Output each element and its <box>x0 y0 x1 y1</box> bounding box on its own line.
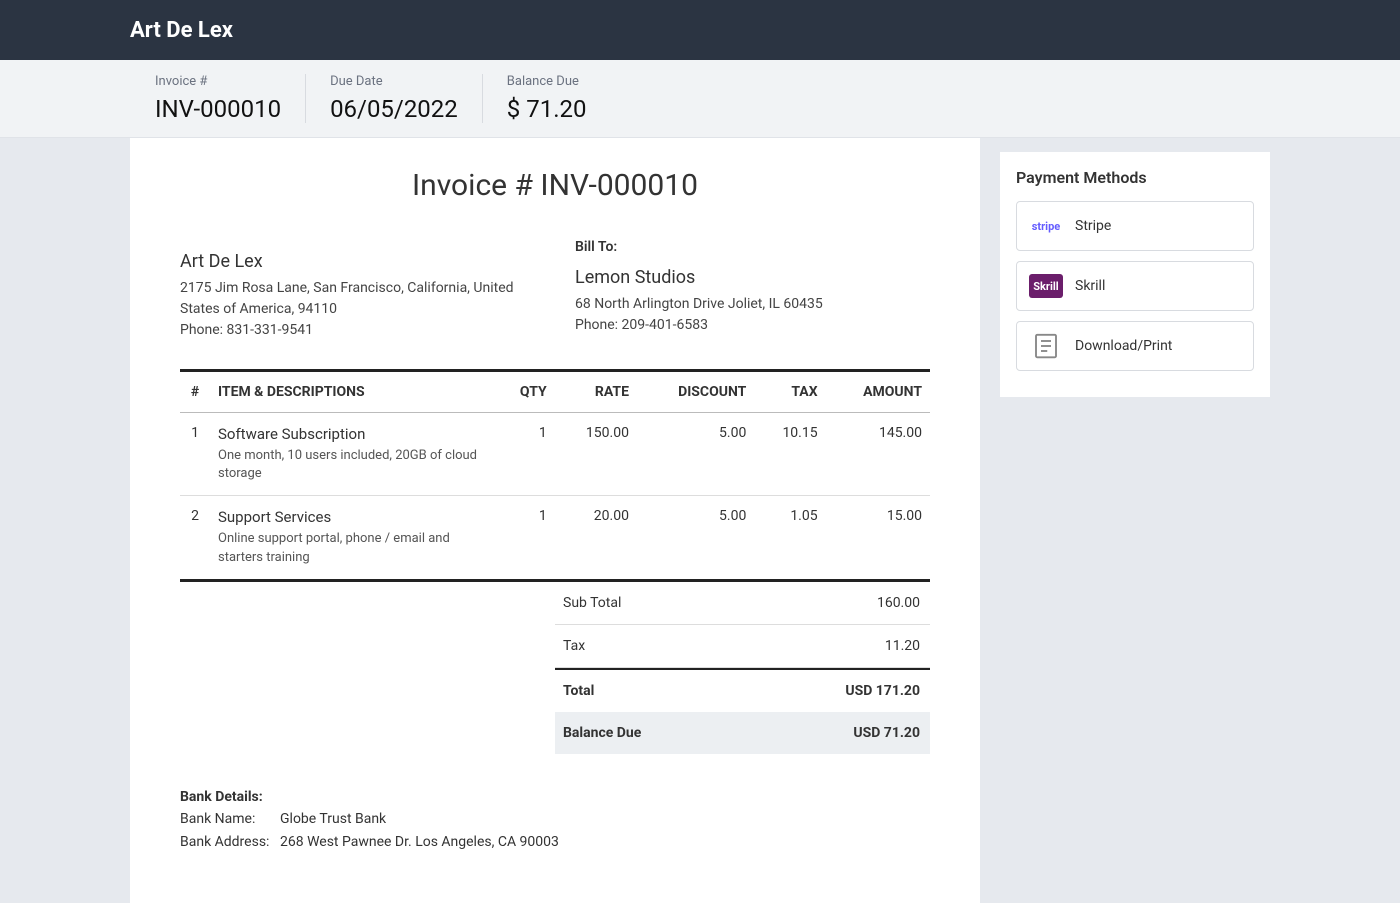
cell-item: Software Subscription One month, 10 user… <box>210 413 495 496</box>
from-phone: Phone: 831-331-9541 <box>180 320 535 341</box>
cell-amount: 145.00 <box>826 413 930 496</box>
payment-method-label: Download/Print <box>1075 338 1172 354</box>
col-rate: RATE <box>555 371 637 413</box>
to-address: 68 North Arlington Drive Joliet, IL 6043… <box>575 294 930 315</box>
meta-label: Invoice # <box>155 74 281 89</box>
payment-method-stripe[interactable]: stripe Stripe <box>1016 201 1254 251</box>
items-table: # ITEM & DESCRIPTIONS QTY RATE DISCOUNT … <box>180 369 930 582</box>
skrill-icon: Skrill <box>1029 274 1063 298</box>
table-header-row: # ITEM & DESCRIPTIONS QTY RATE DISCOUNT … <box>180 371 930 413</box>
meta-label: Due Date <box>330 74 458 89</box>
invoice-title: Invoice # INV-000010 <box>180 168 930 203</box>
meta-label: Balance Due <box>507 74 587 89</box>
cell-num: 2 <box>180 496 210 580</box>
bank-name-label: Bank Name: <box>180 808 280 830</box>
brand-title: Art De Lex <box>130 18 233 43</box>
meta-value: 06/05/2022 <box>330 95 458 123</box>
item-title: Software Subscription <box>218 425 487 443</box>
table-row: 2 Support Services Online support portal… <box>180 496 930 580</box>
totals-block: Sub Total 160.00 Tax 11.20 Total USD 171… <box>555 582 930 754</box>
cell-discount: 5.00 <box>637 496 754 580</box>
balance-label: Balance Due <box>563 725 641 741</box>
payment-method-skrill[interactable]: Skrill Skrill <box>1016 261 1254 311</box>
subtotal-label: Sub Total <box>563 595 621 611</box>
addresses-block: Art De Lex 2175 Jim Rosa Lane, San Franc… <box>180 239 930 341</box>
from-name: Art De Lex <box>180 251 535 272</box>
cell-rate: 150.00 <box>555 413 637 496</box>
cell-tax: 1.05 <box>754 496 825 580</box>
col-qty: QTY <box>495 371 555 413</box>
balance-row: Balance Due USD 71.20 <box>555 712 930 754</box>
col-amount: AMOUNT <box>826 371 930 413</box>
top-bar: Art De Lex <box>0 0 1400 60</box>
cell-num: 1 <box>180 413 210 496</box>
total-value: USD 171.20 <box>845 683 920 699</box>
total-row: Total USD 171.20 <box>555 668 930 712</box>
payment-method-label: Skrill <box>1075 278 1105 294</box>
cell-discount: 5.00 <box>637 413 754 496</box>
item-title: Support Services <box>218 508 487 526</box>
subtotal-value: 160.00 <box>877 595 920 611</box>
bank-address-row: Bank Address: 268 West Pawnee Dr. Los An… <box>180 831 930 853</box>
address-from: Art De Lex 2175 Jim Rosa Lane, San Franc… <box>180 239 535 341</box>
bank-address-label: Bank Address: <box>180 831 280 853</box>
meta-due-date: Due Date 06/05/2022 <box>306 74 483 123</box>
item-desc: One month, 10 users included, 20GB of cl… <box>218 447 487 483</box>
bill-to-label: Bill To: <box>575 239 930 255</box>
invoice-document: Invoice # INV-000010 Art De Lex 2175 Jim… <box>130 138 980 903</box>
tax-row: Tax 11.20 <box>555 625 930 668</box>
col-item: ITEM & DESCRIPTIONS <box>210 371 495 413</box>
cell-qty: 1 <box>495 496 555 580</box>
total-label: Total <box>563 683 594 699</box>
col-tax: TAX <box>754 371 825 413</box>
to-phone: Phone: 209-401-6583 <box>575 315 930 336</box>
cell-qty: 1 <box>495 413 555 496</box>
stripe-icon: stripe <box>1029 214 1063 238</box>
bank-address-value: 268 West Pawnee Dr. Los Angeles, CA 9000… <box>280 831 559 853</box>
meta-balance-due: Balance Due $ 71.20 <box>483 74 611 123</box>
cell-tax: 10.15 <box>754 413 825 496</box>
cell-amount: 15.00 <box>826 496 930 580</box>
payment-method-label: Stripe <box>1075 218 1111 234</box>
cell-item: Support Services Online support portal, … <box>210 496 495 580</box>
meta-invoice-number: Invoice # INV-000010 <box>155 74 306 123</box>
sidebar-payment-methods: Payment Methods stripe Stripe Skrill Skr… <box>1000 152 1270 397</box>
balance-value: USD 71.20 <box>853 725 920 741</box>
meta-bar: Invoice # INV-000010 Due Date 06/05/2022… <box>0 60 1400 138</box>
tax-value: 11.20 <box>885 638 920 654</box>
bank-name-value: Globe Trust Bank <box>280 808 386 830</box>
item-desc: Online support portal, phone / email and… <box>218 530 487 566</box>
table-row: 1 Software Subscription One month, 10 us… <box>180 413 930 496</box>
tax-label: Tax <box>563 638 585 654</box>
document-icon <box>1029 334 1063 358</box>
bank-name-row: Bank Name: Globe Trust Bank <box>180 808 930 830</box>
bank-details: Bank Details: Bank Name: Globe Trust Ban… <box>180 786 930 853</box>
from-address: 2175 Jim Rosa Lane, San Francisco, Calif… <box>180 278 535 320</box>
sidebar-title: Payment Methods <box>1016 168 1254 187</box>
content-area: Invoice # INV-000010 Art De Lex 2175 Jim… <box>0 138 1400 903</box>
download-print-button[interactable]: Download/Print <box>1016 321 1254 371</box>
to-name: Lemon Studios <box>575 267 930 288</box>
meta-value: INV-000010 <box>155 95 281 123</box>
bank-title: Bank Details: <box>180 786 930 808</box>
col-num: # <box>180 371 210 413</box>
meta-value: $ 71.20 <box>507 95 587 123</box>
subtotal-row: Sub Total 160.00 <box>555 582 930 625</box>
col-discount: DISCOUNT <box>637 371 754 413</box>
address-to: Bill To: Lemon Studios 68 North Arlingto… <box>575 239 930 341</box>
cell-rate: 20.00 <box>555 496 637 580</box>
